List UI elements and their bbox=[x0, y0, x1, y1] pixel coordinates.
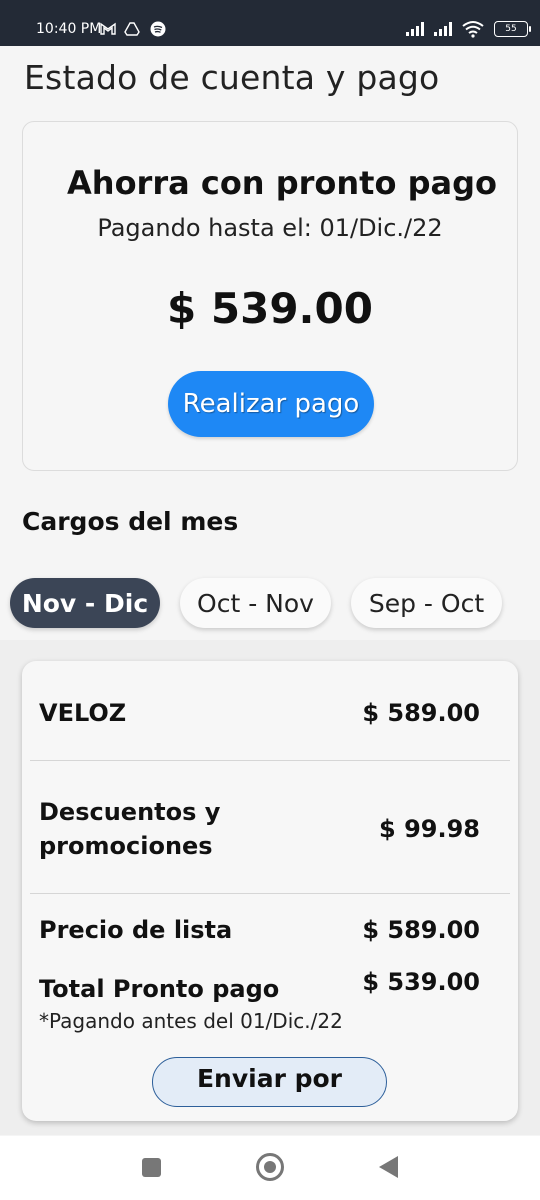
footnote: *Pagando antes del 01/Dic./22 bbox=[39, 1009, 343, 1033]
signal-icon bbox=[434, 22, 452, 36]
promo-card: Ahorra con pronto pago Pagando hasta el:… bbox=[22, 121, 518, 471]
status-bar: 10:40 PM 55 bbox=[0, 0, 540, 46]
home-icon[interactable] bbox=[256, 1153, 284, 1181]
pay-button[interactable]: Realizar pago bbox=[168, 371, 374, 437]
page-title: Estado de cuenta y pago bbox=[24, 58, 440, 97]
status-time: 10:40 PM bbox=[36, 21, 102, 37]
charge-value-plan: $ 589.00 bbox=[362, 699, 480, 727]
divider bbox=[30, 760, 510, 761]
tab-sep-oct[interactable]: Sep - Oct bbox=[351, 578, 502, 628]
charge-value-discounts: $ 99.98 bbox=[379, 815, 480, 843]
navigation-bar bbox=[0, 1136, 540, 1200]
charges-card: VELOZ $ 589.00 Descuentos y promociones … bbox=[22, 661, 518, 1121]
spotify-icon bbox=[150, 21, 166, 37]
gmail-icon bbox=[100, 22, 116, 35]
drive-icon bbox=[124, 22, 140, 36]
promo-due-date: Pagando hasta el: 01/Dic./22 bbox=[97, 214, 443, 242]
tab-nov-dic[interactable]: Nov - Dic bbox=[10, 578, 160, 628]
promo-title: Ahorra con pronto pago bbox=[67, 164, 497, 202]
section-title: Cargos del mes bbox=[22, 507, 239, 536]
divider bbox=[30, 893, 510, 894]
battery-level: 55 bbox=[505, 24, 517, 34]
charge-label-discounts: Descuentos y promociones bbox=[39, 798, 221, 860]
promo-amount: $ 539.00 bbox=[167, 284, 373, 333]
back-icon[interactable] bbox=[379, 1156, 398, 1178]
send-email-button[interactable]: Enviar por correo bbox=[152, 1057, 387, 1107]
charge-value-total: $ 539.00 bbox=[362, 968, 480, 996]
battery-icon: 55 bbox=[494, 21, 531, 37]
recent-apps-icon[interactable] bbox=[142, 1158, 161, 1177]
wifi-icon bbox=[462, 21, 484, 38]
signal-icon bbox=[406, 22, 424, 36]
charge-label-plan: VELOZ bbox=[39, 699, 127, 727]
charge-label-total: Total Pronto pago bbox=[39, 975, 280, 1003]
charge-label-list-price: Precio de lista bbox=[39, 916, 233, 944]
charge-value-list-price: $ 589.00 bbox=[362, 916, 480, 944]
tab-oct-nov[interactable]: Oct - Nov bbox=[180, 578, 331, 628]
